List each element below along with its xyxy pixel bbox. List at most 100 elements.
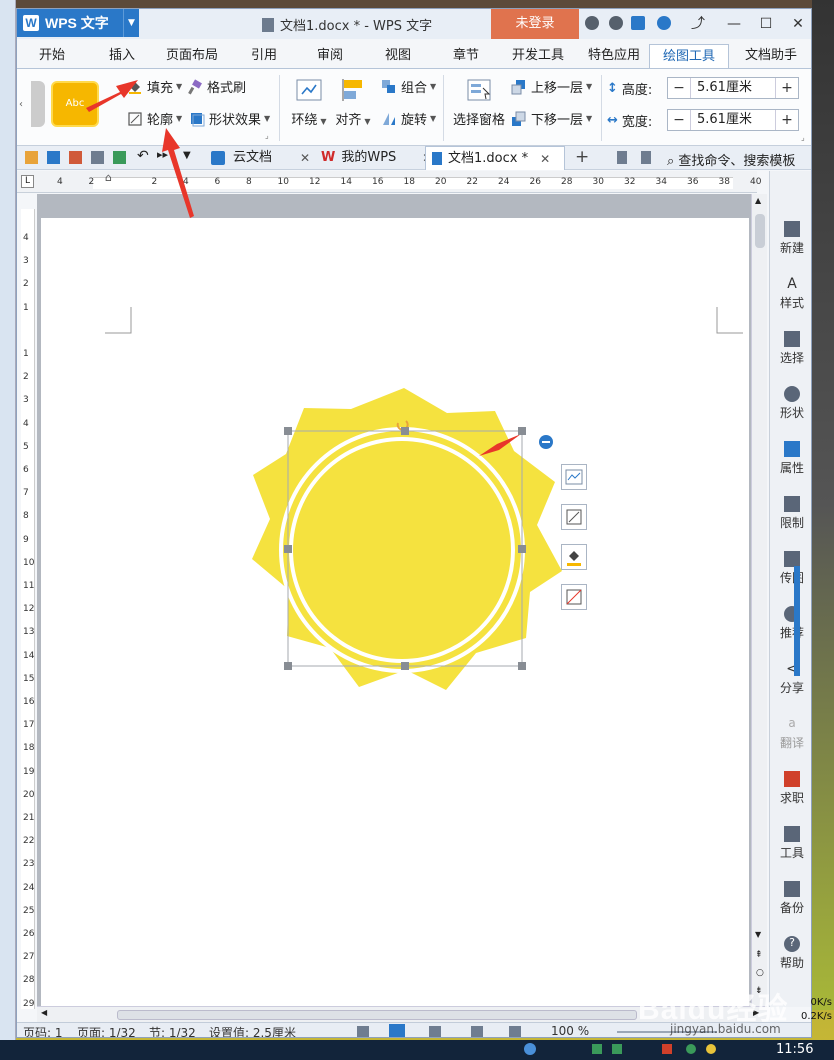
view-fullscreen-icon[interactable] bbox=[357, 1026, 369, 1037]
panel-styles[interactable]: A 样式 bbox=[770, 276, 811, 311]
tab-page-layout[interactable]: 页面布局 bbox=[157, 44, 227, 68]
width-decrement-button[interactable]: − bbox=[668, 112, 690, 128]
doc-tab-mywps[interactable]: W 我的WPS✕ bbox=[317, 146, 439, 170]
bring-forward-button[interactable]: 上移一层 ▼ bbox=[511, 77, 592, 96]
browse-object-icon[interactable]: ○ bbox=[756, 968, 764, 978]
resize-handle[interactable] bbox=[518, 662, 526, 670]
tray-app-icon[interactable] bbox=[612, 1044, 622, 1054]
panel-upload-image[interactable]: 传图 bbox=[770, 551, 811, 586]
vertical-scroll-thumb[interactable] bbox=[755, 214, 765, 248]
vertical-scrollbar[interactable]: ▲ ▼ ⇞ ○ ⇟ bbox=[751, 194, 767, 1006]
maximize-button[interactable]: ☐ bbox=[751, 13, 781, 35]
panel-shapes[interactable]: 形状 bbox=[770, 386, 811, 421]
format-painter-button[interactable]: 格式刷 bbox=[187, 77, 246, 96]
resize-handle[interactable] bbox=[518, 427, 526, 435]
horizontal-scroll-thumb[interactable] bbox=[117, 1010, 637, 1020]
width-input[interactable]: 5.61厘米 bbox=[690, 110, 776, 130]
view-outline-icon[interactable] bbox=[429, 1026, 441, 1037]
resize-handle[interactable] bbox=[284, 427, 292, 435]
group-button[interactable]: 组合 ▼ bbox=[381, 77, 436, 96]
tab-option-icon[interactable] bbox=[617, 151, 627, 164]
fill-button[interactable]: 填充 ▼ bbox=[127, 77, 182, 96]
tab-home[interactable]: 开始 bbox=[27, 44, 77, 68]
horizontal-ruler[interactable]: L ⌂ 4 2 2 4 6 8 10 12 14 16 18 20 22 24 26 28 30 32 34 36 38… bbox=[17, 171, 761, 193]
shape-effect-button[interactable]: 形状效果 ▼ bbox=[189, 109, 270, 128]
height-increment-button[interactable]: + bbox=[776, 80, 798, 96]
float-layout-button[interactable] bbox=[561, 464, 587, 490]
float-outline-button[interactable] bbox=[561, 504, 587, 530]
style-prev-swatch[interactable] bbox=[31, 81, 45, 127]
vertical-ruler[interactable]: 4 3 2 1 1 2 3 4 5 6 7 8 9 10 11 12 13 14 15 16 17 18 19 20 21 22 2… bbox=[21, 209, 35, 1009]
eye-protect-icon[interactable] bbox=[509, 1026, 521, 1037]
resize-handle[interactable] bbox=[284, 662, 292, 670]
dialog-launcher-icon[interactable]: ⌟ bbox=[265, 131, 269, 140]
scroll-left-icon[interactable]: ◀ bbox=[41, 1008, 47, 1017]
scroll-up-icon[interactable]: ▲ bbox=[755, 196, 761, 205]
panel-properties[interactable]: 属性 bbox=[770, 441, 811, 476]
command-search-input[interactable]: ⌕ 查找命令、搜索模板 bbox=[667, 150, 795, 169]
close-tab-icon[interactable]: ✕ bbox=[540, 147, 550, 171]
document-page[interactable] bbox=[41, 218, 749, 1006]
size-dialog-launcher-icon[interactable]: ⌟ bbox=[801, 133, 805, 142]
feedback-icon[interactable] bbox=[631, 16, 645, 30]
panel-backup[interactable]: 备份 bbox=[770, 881, 811, 916]
float-fill-button[interactable] bbox=[561, 544, 587, 570]
height-stepper[interactable]: − 5.61厘米 + bbox=[667, 77, 799, 99]
send-backward-button[interactable]: 下移一层 ▼ bbox=[511, 109, 592, 128]
save-icon[interactable] bbox=[47, 151, 60, 164]
float-no-outline-button[interactable] bbox=[561, 584, 587, 610]
restore-layout-icon[interactable]: ⤴ bbox=[683, 13, 713, 35]
tab-view[interactable]: 视图 bbox=[373, 44, 423, 68]
scroll-left-icon[interactable]: ‹ bbox=[19, 99, 23, 110]
tab-list-icon[interactable] bbox=[641, 151, 651, 164]
panel-help[interactable]: ? 帮助 bbox=[770, 936, 811, 971]
resize-handle[interactable] bbox=[401, 427, 409, 435]
panel-tools[interactable]: 工具 bbox=[770, 826, 811, 861]
tab-references[interactable]: 引用 bbox=[239, 44, 289, 68]
wrap-button[interactable]: 环绕 ▼ bbox=[289, 79, 329, 128]
resize-handle[interactable] bbox=[401, 662, 409, 670]
rotate-button[interactable]: 旋转 ▼ bbox=[381, 109, 436, 128]
align-button[interactable]: 对齐 ▼ bbox=[333, 79, 373, 128]
tray-app-icon[interactable] bbox=[592, 1044, 602, 1054]
close-button[interactable]: ✕ bbox=[783, 13, 811, 35]
tab-special[interactable]: 特色应用 bbox=[579, 44, 649, 68]
panel-jobs[interactable]: 求职 bbox=[770, 771, 811, 806]
zoom-level[interactable]: 100 % bbox=[551, 1024, 589, 1037]
tab-stop-selector-icon[interactable]: L bbox=[21, 175, 34, 188]
panel-share[interactable]: < 分享 bbox=[770, 661, 811, 696]
outline-button[interactable]: 轮廓 ▼ bbox=[127, 109, 182, 128]
tray-app-icon[interactable] bbox=[686, 1044, 696, 1054]
tab-review[interactable]: 审阅 bbox=[305, 44, 355, 68]
panel-select[interactable]: 选择 bbox=[770, 331, 811, 366]
tab-drawing-tools[interactable]: 绘图工具 bbox=[649, 44, 729, 68]
width-stepper[interactable]: − 5.61厘米 + bbox=[667, 109, 799, 131]
export-pdf-icon[interactable] bbox=[69, 151, 82, 164]
height-decrement-button[interactable]: − bbox=[668, 80, 690, 96]
tab-developer[interactable]: 开发工具 bbox=[503, 44, 573, 68]
skin-icon[interactable] bbox=[585, 16, 599, 30]
tab-section[interactable]: 章节 bbox=[441, 44, 491, 68]
new-tab-icon[interactable]: + bbox=[575, 147, 589, 167]
width-increment-button[interactable]: + bbox=[776, 112, 798, 128]
prev-page-icon[interactable]: ⇞ bbox=[755, 950, 763, 960]
shape-style-swatch[interactable]: Abc bbox=[51, 81, 99, 127]
settings-icon[interactable] bbox=[609, 16, 623, 30]
open-icon[interactable] bbox=[25, 151, 38, 164]
app-menu-dropdown-icon[interactable]: ▼ bbox=[123, 9, 139, 37]
panel-recommend[interactable]: 推荐 bbox=[770, 606, 811, 641]
tab-doc-assistant[interactable]: 文档助手 bbox=[733, 44, 809, 68]
undo-icon[interactable]: ↶ bbox=[137, 148, 149, 164]
resize-handle[interactable] bbox=[518, 545, 526, 553]
tray-app-icon[interactable] bbox=[662, 1044, 672, 1054]
panel-new[interactable]: 新建 bbox=[770, 221, 811, 256]
height-input[interactable]: 5.61厘米 bbox=[690, 78, 776, 98]
scroll-down-icon[interactable]: ▼ bbox=[755, 930, 761, 939]
print-preview-icon[interactable] bbox=[113, 151, 126, 164]
task-pane-toggle[interactable] bbox=[794, 566, 800, 676]
minimize-button[interactable]: — bbox=[719, 13, 749, 35]
print-icon[interactable] bbox=[91, 151, 104, 164]
customize-dropdown-icon[interactable]: ▼ bbox=[183, 150, 191, 161]
help-icon[interactable] bbox=[657, 16, 671, 30]
panel-translate[interactable]: a 翻译 bbox=[770, 716, 811, 751]
